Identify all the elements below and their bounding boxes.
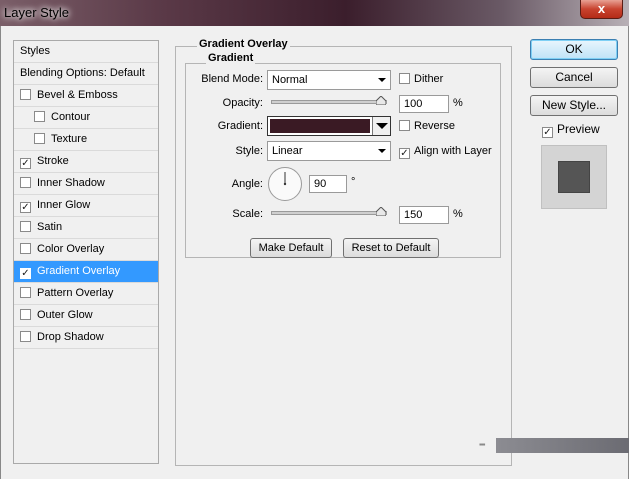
- close-icon: x: [597, 1, 606, 16]
- window-title: Layer Style: [4, 5, 70, 20]
- opacity-unit: %: [453, 97, 463, 109]
- styles-list-item[interactable]: ✓ Gradient Overlay: [14, 261, 158, 283]
- blend-mode-label: Blend Mode:: [201, 73, 263, 85]
- chevron-down-icon: [378, 78, 386, 82]
- styles-list-item-label: Blending Options: Default: [20, 67, 145, 79]
- group-title: Gradient Overlay: [197, 38, 290, 50]
- align-with-layer-checkbox[interactable]: ✓ Align with Layer: [399, 145, 492, 159]
- opacity-slider-thumb[interactable]: [376, 96, 386, 105]
- styles-list-item-label: Stroke: [37, 155, 69, 167]
- styles-list-item-label: Bevel & Emboss: [37, 89, 118, 101]
- angle-dial[interactable]: [268, 167, 302, 201]
- checkbox-box[interactable]: [20, 287, 31, 298]
- styles-list-item-label: Drop Shadow: [37, 331, 104, 343]
- blend-mode-select[interactable]: Normal: [267, 70, 391, 90]
- checkbox-box[interactable]: [34, 111, 45, 122]
- angle-unit: °: [351, 176, 356, 188]
- opacity-input[interactable]: 100: [399, 95, 449, 113]
- styles-list-item[interactable]: Outer Glow: [14, 305, 158, 327]
- styles-list-item[interactable]: Blending Options: Default: [14, 63, 158, 85]
- styles-list-item[interactable]: Inner Shadow: [14, 173, 158, 195]
- styles-list-item-label: Gradient Overlay: [37, 265, 121, 277]
- styles-list-item[interactable]: Drop Shadow: [14, 327, 158, 349]
- styles-list-item[interactable]: Color Overlay: [14, 239, 158, 261]
- styles-list-item-label: Inner Glow: [37, 199, 91, 211]
- checkbox-box: ✓: [399, 148, 410, 159]
- chevron-down-icon: [378, 149, 386, 153]
- checkbox-box: [399, 73, 410, 84]
- checkbox-box[interactable]: [20, 221, 31, 232]
- checkbox-box[interactable]: ✓: [20, 268, 31, 279]
- checkbox-box[interactable]: ✓: [20, 202, 31, 213]
- dialog-body: Styles Blending Options: Default Bevel & …: [0, 26, 629, 479]
- styles-list-item[interactable]: ✓ Stroke: [14, 151, 158, 173]
- style-select[interactable]: Linear: [267, 141, 391, 161]
- ok-button[interactable]: OK: [530, 39, 618, 60]
- checkbox-box[interactable]: [34, 133, 45, 144]
- title-bar: Layer Style x: [0, 0, 629, 26]
- styles-list-item-label: Contour: [51, 111, 91, 123]
- preview-swatch: [558, 161, 590, 193]
- close-button[interactable]: x: [580, 0, 623, 19]
- styles-list-item-label: Inner Shadow: [37, 177, 105, 189]
- dither-checkbox[interactable]: Dither: [399, 73, 443, 85]
- styles-list: Styles Blending Options: Default Bevel & …: [13, 40, 159, 464]
- styles-list-item[interactable]: Satin: [14, 217, 158, 239]
- scale-slider-track[interactable]: [271, 211, 387, 215]
- checkbox-box[interactable]: [20, 89, 31, 100]
- opacity-label: Opacity:: [222, 97, 263, 109]
- styles-list-item[interactable]: Contour: [14, 107, 158, 129]
- cancel-button[interactable]: Cancel: [530, 67, 618, 88]
- styles-list-item-label: Color Overlay: [37, 243, 105, 255]
- styles-list-item[interactable]: Pattern Overlay: [14, 283, 158, 305]
- styles-list-item-label: Pattern Overlay: [37, 287, 114, 299]
- styles-list-item-label: Texture: [51, 133, 88, 145]
- styles-list-item-label: Outer Glow: [37, 309, 93, 321]
- make-default-button[interactable]: Make Default: [250, 238, 332, 258]
- style-label: Style:: [235, 145, 263, 157]
- scale-slider-thumb[interactable]: [376, 207, 386, 216]
- angle-label: Angle:: [231, 178, 263, 190]
- scale-label: Scale:: [232, 208, 263, 220]
- checkbox-box[interactable]: [20, 309, 31, 320]
- styles-list-item[interactable]: ✓ Inner Glow: [14, 195, 158, 217]
- angle-input[interactable]: 90: [309, 175, 347, 193]
- gradient-swatch[interactable]: [270, 119, 370, 133]
- checkbox-box: [399, 120, 410, 131]
- checkbox-box[interactable]: ✓: [20, 158, 31, 169]
- gradient-dropdown-button[interactable]: [372, 117, 390, 135]
- chevron-down-icon: [376, 123, 388, 129]
- checkbox-box: ✓: [542, 127, 553, 138]
- styles-list-header[interactable]: Styles: [14, 41, 158, 63]
- checkbox-box[interactable]: [20, 243, 31, 254]
- scale-input[interactable]: 150: [399, 206, 449, 224]
- gradient-picker[interactable]: [267, 116, 391, 136]
- styles-list-item[interactable]: Texture: [14, 129, 158, 151]
- new-style-button[interactable]: New Style...: [530, 95, 618, 116]
- reverse-checkbox[interactable]: Reverse: [399, 120, 455, 132]
- angle-needle-icon: [283, 172, 287, 186]
- styles-list-item[interactable]: Bevel & Emboss: [14, 85, 158, 107]
- gradient-label: Gradient:: [217, 120, 263, 132]
- preview-checkbox[interactable]: ✓ Preview: [542, 122, 600, 138]
- opacity-slider-track[interactable]: [271, 100, 387, 104]
- styles-list-item-label: Satin: [37, 221, 63, 233]
- subgroup-title: Gradient: [206, 52, 256, 64]
- preview-thumbnail: [541, 145, 607, 209]
- background-strip: [496, 438, 629, 453]
- checkbox-box[interactable]: [20, 177, 31, 188]
- reset-to-default-button[interactable]: Reset to Default: [343, 238, 439, 258]
- checkbox-box[interactable]: [20, 331, 31, 342]
- scale-unit: %: [453, 208, 463, 220]
